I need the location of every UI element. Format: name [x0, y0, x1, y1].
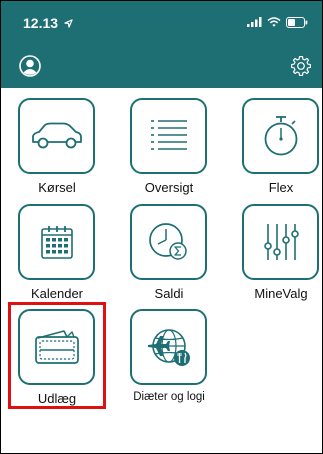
car-icon: [31, 122, 82, 149]
clock-sum-icon: [148, 223, 187, 260]
flex-label: Flex: [268, 180, 294, 195]
tile-oversigt[interactable]: Oversigt: [117, 98, 221, 214]
user-profile-icon: [19, 55, 41, 77]
wifi-icon: [267, 17, 281, 27]
kalender-button[interactable]: [18, 204, 95, 280]
globe-plane-food-icon: [147, 329, 190, 366]
cellular-signal-icon: [247, 17, 262, 27]
app-screen: 12.13 Kørsel Oversigt Flex Kalender Sald…: [0, 0, 323, 454]
saldi-button[interactable]: [130, 204, 207, 280]
tile-saldi[interactable]: Saldi: [117, 204, 221, 320]
tile-diaeter-og-logi[interactable]: Diæter og logi: [117, 309, 221, 425]
sliders-icon: [263, 224, 299, 260]
oversigt-button[interactable]: [130, 98, 207, 174]
location-arrow-icon: [64, 19, 73, 28]
calendar-icon: [40, 226, 73, 259]
korsel-button[interactable]: [18, 98, 95, 174]
minevalg-label: MineValg: [254, 286, 308, 301]
minevalg-button[interactable]: [242, 204, 319, 280]
diaeter-og-logi-button[interactable]: [130, 309, 207, 385]
oversigt-label: Oversigt: [144, 180, 194, 195]
settings-button[interactable]: [288, 53, 314, 79]
saldi-label: Saldi: [154, 286, 184, 301]
battery-icon: [286, 16, 308, 28]
stopwatch-icon: [264, 116, 297, 156]
status-icons: [247, 15, 308, 29]
gear-icon: [291, 56, 311, 76]
diaeter-og-logi-label: Diæter og logi: [133, 391, 205, 403]
status-time: 12.13: [23, 15, 73, 31]
flex-button[interactable]: [242, 98, 319, 174]
app-header: 12.13: [1, 1, 322, 88]
kalender-label: Kalender: [30, 286, 84, 301]
tile-flex[interactable]: Flex: [229, 98, 322, 214]
status-time-text: 12.13: [23, 15, 59, 31]
profile-button[interactable]: [17, 53, 43, 79]
tile-minevalg[interactable]: MineValg: [229, 204, 322, 320]
list-icon: [150, 120, 187, 150]
highlight-box: [8, 302, 106, 409]
korsel-label: Kørsel: [38, 180, 76, 195]
tile-korsel[interactable]: Kørsel: [5, 98, 109, 214]
